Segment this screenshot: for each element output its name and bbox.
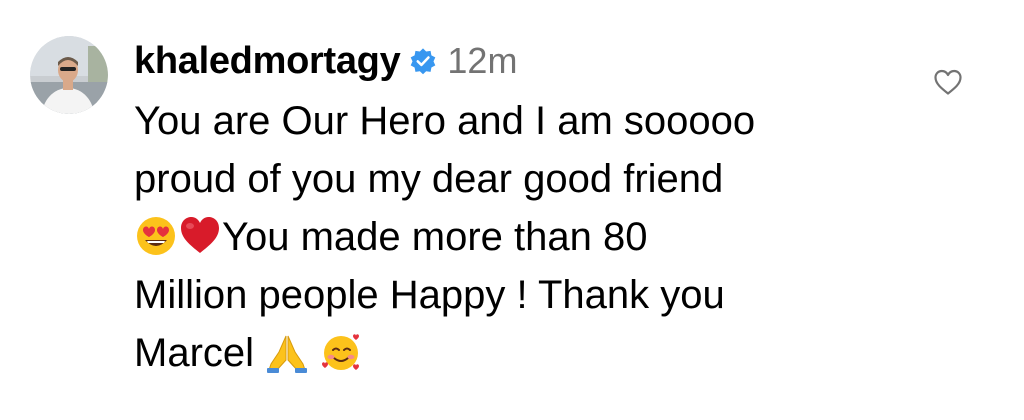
avatar[interactable] (30, 36, 108, 114)
comment-header: khaledmortagy 12m (134, 34, 934, 88)
comment-text-line-5: Marcel (134, 331, 255, 375)
comment-body: khaledmortagy 12m You are Our Hero and I… (134, 34, 934, 382)
comment-text: You are Our Hero and I am sooooo proud o… (134, 92, 894, 382)
comment-item: khaledmortagy 12m You are Our Hero and I… (0, 0, 1024, 420)
comment-text-line-3: You made more than 80 (222, 215, 648, 259)
like-heart-icon[interactable] (932, 66, 964, 98)
username-link[interactable]: khaledmortagy (134, 34, 401, 88)
verified-badge-icon (409, 47, 437, 75)
folded-hands-emoji-icon (265, 330, 309, 374)
red-heart-emoji-icon (178, 214, 222, 258)
comment-text-line-4: Million people Happy ! Thank you (134, 273, 725, 317)
heart-eyes-emoji-icon (134, 214, 178, 258)
comment-timestamp: 12m (447, 40, 518, 81)
hearts-face-emoji-icon (320, 330, 364, 374)
comment-text-line-1: You are Our Hero and I am sooooo (134, 99, 756, 143)
comment-text-line-2: proud of you my dear good friend (134, 157, 724, 201)
